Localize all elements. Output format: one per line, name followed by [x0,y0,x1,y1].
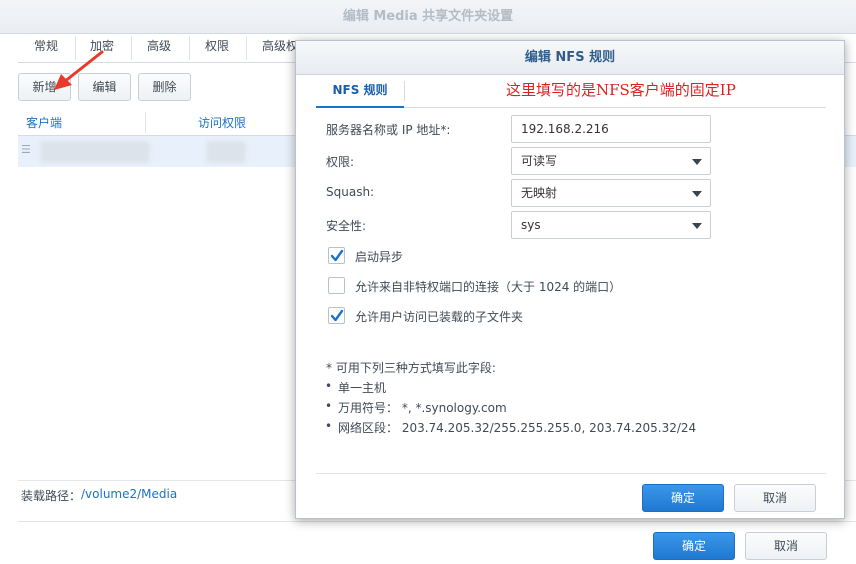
tab-advanced-permissions[interactable]: 高级权 [262,34,298,63]
chevron-down-icon [692,191,702,197]
async-checkbox-label: 启动异步 [355,250,404,264]
server-input[interactable]: 192.168.2.216 [511,115,711,143]
cancel-button[interactable]: 取消 [745,532,827,560]
nonpriv-port-checkbox-label: 允许来自非特权端口的连接（大于 1024 的端口） [355,280,622,294]
tab-divider [131,36,132,60]
nonpriv-port-checkbox[interactable] [328,277,345,294]
column-client[interactable]: 客户端 [26,111,62,135]
annotation-arrow-icon [54,50,104,90]
column-access[interactable]: 访问权限 [198,111,246,135]
tab-divider [189,36,190,60]
help-bullet: 网络区段： 203.74.205.32/255.255.255.0, 203.7… [325,419,696,436]
chevron-down-icon [692,159,702,165]
divider [316,473,826,474]
ok-button[interactable]: 确定 [653,532,735,560]
divider [18,521,856,522]
security-label: 安全性: [326,219,367,233]
security-value: sys [521,218,541,232]
subfolder-checkbox[interactable] [328,307,345,324]
blurred-client-value [40,141,150,163]
security-select[interactable]: sys [511,211,711,239]
help-bullet: 万用符号： *, *.synology.com [325,399,507,416]
checkmark-icon [330,309,344,322]
dialog-title: 编辑 NFS 规则 [296,41,844,75]
squash-value: 无映射 [521,186,558,200]
help-note: * 可用下列三种方式填写此字段: [326,361,496,375]
help-bullet: 单一主机 [325,379,386,396]
tab-permissions[interactable]: 权限 [205,34,229,63]
delete-button[interactable]: 删除 [138,73,191,101]
squash-label: Squash: [326,185,375,199]
privilege-value: 可读写 [521,154,558,168]
blurred-access-value [206,141,246,163]
dialog-ok-button[interactable]: 确定 [642,484,724,512]
dialog-cancel-button[interactable]: 取消 [734,484,816,512]
mount-path-label: 装载路径： [21,489,82,503]
nfs-rule-dialog: 编辑 NFS 规则 NFS 规则 这里填写的是NFS客户端的固定IP 服务器名称… [295,40,845,519]
subfolder-checkbox-label: 允许用户访问已装载的子文件夹 [355,310,524,324]
privilege-label: 权限: [326,155,355,169]
annotation-text: 这里填写的是NFS客户端的固定IP [506,81,736,99]
async-checkbox[interactable] [328,247,345,264]
window-title: 编辑 Media 共享文件夹设置 [0,0,856,34]
tab-divider [246,36,247,60]
chevron-down-icon [692,223,702,229]
column-divider [145,113,146,133]
drag-handle-icon[interactable]: ☰ [21,143,31,156]
server-label: 服务器名称或 IP 地址*: [326,123,451,137]
mount-path-value: /volume2/Media [81,487,178,501]
privilege-select[interactable]: 可读写 [511,147,711,175]
squash-select[interactable]: 无映射 [511,179,711,207]
tab-nfs-rule[interactable]: NFS 规则 [316,75,404,108]
checkmark-icon [330,249,344,262]
tab-divider [404,81,405,101]
dialog-tabbar: NFS 规则 这里填写的是NFS客户端的固定IP [316,75,826,108]
tab-advanced[interactable]: 高级 [147,34,171,63]
